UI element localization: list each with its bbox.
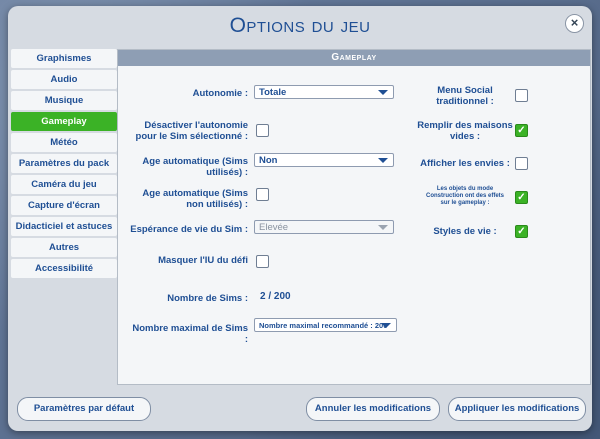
lifespan-dropdown: Elevée <box>254 220 394 234</box>
social-menu-label: Menu Social traditionnel : <box>436 85 494 107</box>
hide-challenge-ui-checkbox[interactable] <box>256 255 269 268</box>
show-wants-checkbox[interactable] <box>515 157 528 170</box>
hide-challenge-ui-label: Masquer l'IU du défi <box>158 255 248 266</box>
lifespan-value: Elevée <box>259 222 289 233</box>
autonomy-label: Autonomie : <box>192 88 248 99</box>
sidebar-item-accessibilite[interactable]: Accessibilité <box>11 259 117 278</box>
sidebar-item-capture[interactable]: Capture d'écran <box>11 196 117 215</box>
fill-houses-checkbox[interactable]: ✓ <box>515 124 528 137</box>
sims-count-label: Nombre de Sims : <box>167 293 248 304</box>
show-wants-label: Afficher les envies : <box>420 158 510 169</box>
lifestyles-checkbox[interactable]: ✓ <box>515 225 528 238</box>
settings-panel: Gameplay Autonomie : Totale Désactiver l… <box>117 49 591 385</box>
sidebar-item-musique[interactable]: Musique <box>11 91 117 110</box>
max-sims-label: Nombre maximal de Sims : <box>132 323 248 345</box>
fill-houses-label: Remplir des maisons vides : <box>417 120 513 142</box>
auto-age-unused-checkbox[interactable] <box>256 188 269 201</box>
sidebar-item-didacticiel[interactable]: Didacticiel et astuces <box>11 217 117 236</box>
chevron-down-icon <box>381 323 391 328</box>
chevron-down-icon <box>378 158 388 163</box>
chevron-down-icon <box>378 225 388 230</box>
sidebar-item-graphismes[interactable]: Graphismes <box>11 49 117 68</box>
sidebar-item-gameplay[interactable]: Gameplay <box>11 112 117 131</box>
sidebar-item-camera[interactable]: Caméra du jeu <box>11 175 117 194</box>
close-icon[interactable]: × <box>565 14 584 33</box>
max-sims-value: Nombre maximal recommandé : 200 <box>259 321 388 330</box>
auto-age-unused-label: Age automatique (Sims non utilisés) : <box>142 188 248 210</box>
sidebar: Graphismes Audio Musique Gameplay Météo … <box>11 49 117 280</box>
default-settings-button[interactable]: Paramètres par défaut <box>17 397 151 421</box>
auto-age-used-dropdown[interactable]: Non <box>254 153 394 167</box>
sidebar-item-meteo[interactable]: Météo <box>11 133 117 152</box>
autonomy-dropdown[interactable]: Totale <box>254 85 394 99</box>
chevron-down-icon <box>378 90 388 95</box>
options-dialog: Options du jeu × Graphismes Audio Musiqu… <box>8 6 592 431</box>
max-sims-dropdown[interactable]: Nombre maximal recommandé : 200 <box>254 318 397 332</box>
auto-age-used-value: Non <box>259 155 278 166</box>
disable-autonomy-label: Désactiver l'autonomie pour le Sim sélec… <box>135 120 248 142</box>
dialog-title: Options du jeu <box>229 14 371 37</box>
build-mode-checkbox[interactable]: ✓ <box>515 191 528 204</box>
sims-count-value: 2 / 200 <box>260 291 291 302</box>
social-menu-checkbox[interactable] <box>515 89 528 102</box>
disable-autonomy-checkbox[interactable] <box>256 124 269 137</box>
cancel-changes-button[interactable]: Annuler les modifications <box>306 397 440 421</box>
apply-changes-button[interactable]: Appliquer les modifications <box>448 397 586 421</box>
auto-age-used-label: Age automatique (Sims utilisés) : <box>142 156 248 178</box>
autonomy-value: Totale <box>259 87 287 98</box>
panel-header: Gameplay <box>118 50 590 66</box>
sidebar-item-autres[interactable]: Autres <box>11 238 117 257</box>
sidebar-item-parametres-pack[interactable]: Paramètres du pack <box>11 154 117 173</box>
sidebar-item-audio[interactable]: Audio <box>11 70 117 89</box>
lifestyles-label: Styles de vie : <box>433 226 497 237</box>
lifespan-label: Espérance de vie du Sim : <box>130 224 248 235</box>
build-mode-label: Les objets du mode Construction ont des … <box>425 186 504 206</box>
